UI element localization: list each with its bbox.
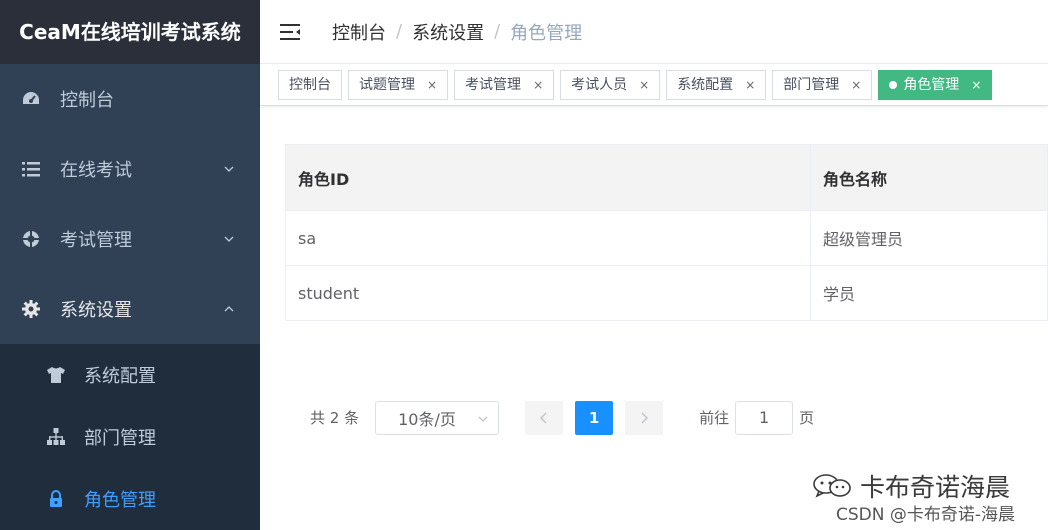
tag-system-config[interactable]: 系统配置 × bbox=[666, 69, 767, 100]
tag-label: 系统配置 bbox=[677, 76, 734, 93]
close-icon[interactable]: × bbox=[971, 71, 981, 99]
sidebar-subitem-role-management[interactable]: 角色管理 bbox=[0, 468, 260, 530]
sidebar-subitem-department[interactable]: 部门管理 bbox=[0, 406, 260, 468]
sidebar-item-label: 在线考试 bbox=[60, 160, 132, 181]
close-icon[interactable]: × bbox=[745, 71, 755, 99]
next-page-button[interactable] bbox=[625, 400, 664, 435]
column-header-role-id[interactable]: 角色ID bbox=[285, 144, 811, 211]
sidebar-item-label: 系统设置 bbox=[60, 300, 132, 321]
tag-label: 考试人员 bbox=[571, 76, 628, 93]
chevron-right-icon bbox=[641, 411, 649, 424]
dashboard-icon bbox=[20, 88, 42, 110]
watermark-wechat: 卡布奇诺海晨 bbox=[812, 468, 1010, 504]
page-jumper: 前往 页 bbox=[699, 400, 815, 435]
close-icon[interactable]: × bbox=[533, 71, 543, 99]
chevron-left-icon bbox=[540, 411, 547, 424]
tag-dashboard[interactable]: 控制台 bbox=[278, 69, 342, 100]
close-icon[interactable]: × bbox=[639, 71, 649, 99]
pagination: 共 2 条 10条/页 1 前往 页 bbox=[310, 400, 814, 435]
table-header-row: 角色ID 角色名称 bbox=[285, 144, 1048, 211]
breadcrumb-separator: / bbox=[494, 21, 501, 42]
sidebar-item-label: 控制台 bbox=[60, 90, 114, 111]
hamburger-icon[interactable] bbox=[280, 21, 302, 43]
table-cell: student bbox=[285, 265, 811, 321]
breadcrumb-separator: / bbox=[396, 21, 403, 42]
tag-label: 部门管理 bbox=[783, 76, 840, 93]
sidebar: CeaM在线培训考试系统 控制台 在线考试 考试管理 系统设置 系统配置 部门管… bbox=[0, 0, 260, 530]
sidebar-item-dashboard[interactable]: 控制台 bbox=[0, 64, 260, 134]
app-title: CeaM在线培训考试系统 bbox=[0, 0, 260, 64]
lock-icon bbox=[46, 489, 66, 509]
tag-question-management[interactable]: 试题管理 × bbox=[348, 69, 449, 100]
table-row[interactable]: student 学员 bbox=[285, 265, 1048, 321]
gear-icon bbox=[20, 298, 42, 320]
column-header-role-name[interactable]: 角色名称 bbox=[810, 144, 1048, 211]
tag-exam-management[interactable]: 考试管理 × bbox=[454, 69, 555, 100]
sidebar-item-exam-management[interactable]: 考试管理 bbox=[0, 204, 260, 274]
sidebar-subitem-label: 角色管理 bbox=[84, 490, 156, 511]
page-size-select[interactable]: 10条/页 bbox=[375, 400, 500, 435]
sidebar-subitem-label: 系统配置 bbox=[84, 366, 156, 387]
list-icon bbox=[20, 158, 42, 180]
chevron-down-icon bbox=[224, 236, 234, 242]
breadcrumb: 控制台 / 系统设置 / 角色管理 bbox=[332, 19, 582, 45]
goto-label: 前往 bbox=[699, 409, 730, 427]
breadcrumb-item-current: 角色管理 bbox=[510, 22, 583, 44]
sidebar-item-system-settings[interactable]: 系统设置 bbox=[0, 274, 260, 344]
pagination-total: 共 2 条 bbox=[310, 409, 360, 427]
org-tree-icon bbox=[46, 427, 66, 447]
submenu-system-settings: 系统配置 部门管理 角色管理 bbox=[0, 344, 260, 530]
tag-label: 控制台 bbox=[289, 76, 331, 93]
table-cell: 超级管理员 bbox=[810, 210, 1048, 266]
tag-label: 考试管理 bbox=[465, 76, 522, 93]
tag-label: 试题管理 bbox=[359, 76, 415, 93]
table-row[interactable]: sa 超级管理员 bbox=[285, 210, 1048, 266]
top-navbar: 控制台 / 系统设置 / 角色管理 bbox=[260, 0, 1048, 64]
page-size-value: 10条/页 bbox=[398, 409, 456, 429]
breadcrumb-item[interactable]: 控制台 bbox=[332, 19, 386, 45]
table-cell: sa bbox=[285, 210, 811, 266]
page-unit-label: 页 bbox=[799, 409, 815, 427]
goto-page-input[interactable] bbox=[735, 400, 794, 435]
chevron-down-icon bbox=[224, 166, 234, 172]
tag-role-management[interactable]: 角色管理 × bbox=[878, 69, 993, 100]
close-icon[interactable]: × bbox=[427, 71, 437, 99]
sidebar-item-online-exam[interactable]: 在线考试 bbox=[0, 134, 260, 204]
tag-exam-personnel[interactable]: 考试人员 × bbox=[560, 69, 661, 100]
target-icon bbox=[20, 228, 42, 250]
tshirt-icon bbox=[46, 365, 66, 385]
table-cell: 学员 bbox=[810, 265, 1048, 321]
page-number-active[interactable]: 1 bbox=[575, 400, 614, 435]
watermark-csdn: CSDN @卡布奇诺-海晨 bbox=[836, 505, 1016, 525]
watermark-text: 卡布奇诺海晨 bbox=[860, 473, 1011, 502]
role-table: 角色ID 角色名称 sa 超级管理员 student 学员 bbox=[285, 144, 1048, 321]
sidebar-subitem-label: 部门管理 bbox=[84, 428, 156, 449]
breadcrumb-item[interactable]: 系统设置 bbox=[412, 19, 484, 45]
prev-page-button[interactable] bbox=[525, 400, 564, 435]
wechat-icon bbox=[813, 474, 851, 498]
chevron-up-icon bbox=[224, 306, 234, 312]
close-icon[interactable]: × bbox=[851, 71, 861, 99]
tags-view: 控制台 试题管理 × 考试管理 × 考试人员 × 系统配置 × 部门管理 × 角… bbox=[260, 64, 1048, 106]
active-dot-icon bbox=[889, 80, 898, 89]
sidebar-subitem-system-config[interactable]: 系统配置 bbox=[0, 344, 260, 406]
tag-department[interactable]: 部门管理 × bbox=[772, 69, 873, 100]
chevron-down-icon bbox=[478, 416, 488, 422]
sidebar-item-label: 考试管理 bbox=[60, 230, 132, 251]
tag-label: 角色管理 bbox=[903, 76, 960, 93]
